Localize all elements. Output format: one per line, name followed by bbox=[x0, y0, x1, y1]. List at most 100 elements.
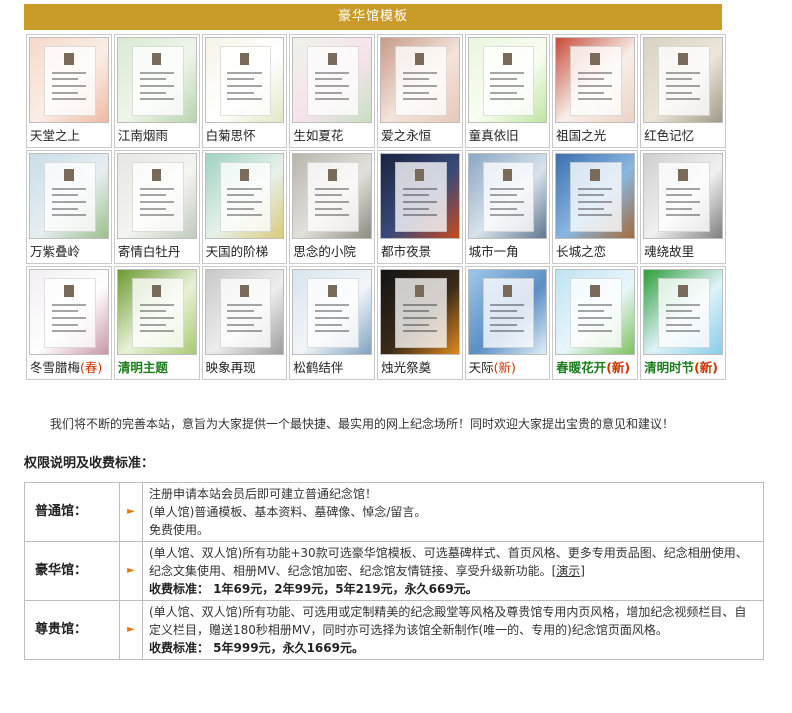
thumbnail-image bbox=[556, 154, 635, 238]
template-label[interactable]: 城市一角 bbox=[466, 241, 550, 263]
template-card[interactable]: 冬雪腊梅(春) bbox=[26, 266, 112, 380]
thumbnail-text-line bbox=[51, 194, 79, 197]
thumbnail-text-line bbox=[577, 201, 613, 204]
template-label[interactable]: 映象再现 bbox=[203, 357, 287, 379]
thumbnail-portrait bbox=[590, 53, 600, 65]
thumbnail-text-line bbox=[665, 207, 693, 210]
template-label[interactable]: 烛光祭奠 bbox=[378, 357, 462, 379]
template-card[interactable]: 清明主题 bbox=[113, 266, 200, 380]
thumbnail-portrait bbox=[678, 53, 688, 65]
template-card[interactable]: 长城之恋 bbox=[552, 150, 639, 264]
template-label[interactable]: 天际(新) bbox=[466, 357, 550, 379]
template-card[interactable]: 城市一角 bbox=[464, 150, 551, 264]
template-thumbnail[interactable] bbox=[643, 37, 723, 123]
template-thumbnail[interactable] bbox=[555, 37, 636, 123]
thumbnail-text-line bbox=[315, 98, 350, 101]
template-card[interactable]: 春暖花开(新) bbox=[552, 266, 639, 380]
template-label[interactable]: 春暖花开(新) bbox=[553, 357, 637, 379]
template-thumbnail[interactable] bbox=[380, 269, 460, 355]
thumbnail-image bbox=[117, 270, 196, 354]
template-card[interactable]: 江南烟雨 bbox=[113, 34, 200, 148]
template-label[interactable]: 万紫叠岭 bbox=[27, 241, 111, 263]
template-label[interactable]: 天国的阶梯 bbox=[203, 241, 287, 263]
thumbnail-text-line bbox=[315, 310, 342, 313]
template-label[interactable]: 冬雪腊梅(春) bbox=[27, 357, 111, 379]
thumbnail-image bbox=[30, 154, 108, 238]
thumbnail-text-line bbox=[227, 91, 254, 94]
template-thumbnail[interactable] bbox=[380, 153, 460, 239]
template-card[interactable]: 映象再现 bbox=[201, 266, 288, 380]
template-label[interactable]: 童真依旧 bbox=[466, 125, 550, 147]
template-card[interactable]: 红色记忆 bbox=[640, 34, 726, 148]
template-card[interactable]: 烛光祭奠 bbox=[377, 266, 463, 380]
thumbnail-text-line bbox=[315, 214, 350, 217]
template-label[interactable]: 天堂之上 bbox=[27, 125, 111, 147]
template-label[interactable]: 江南烟雨 bbox=[115, 125, 199, 147]
fee-line: 免费使用。 bbox=[149, 523, 210, 537]
template-thumbnail[interactable] bbox=[467, 153, 548, 239]
template-thumbnail[interactable] bbox=[29, 153, 109, 239]
template-thumbnail[interactable] bbox=[643, 269, 723, 355]
template-card[interactable]: 天国的阶梯 bbox=[201, 150, 288, 264]
template-card[interactable]: 天际(新) bbox=[464, 266, 551, 380]
template-tag: (春) bbox=[80, 360, 103, 375]
template-card[interactable]: 寄情白牡丹 bbox=[113, 150, 200, 264]
template-label[interactable]: 魂绕故里 bbox=[641, 241, 725, 263]
template-thumbnail[interactable] bbox=[467, 37, 548, 123]
template-grid: 天堂之上 江南烟雨 白菊思怀 生如夏花 爱之永恒 童真依旧 祖国之光 红色记忆万紫叠岭 寄情白牡… bbox=[24, 32, 728, 382]
thumbnail-image bbox=[30, 38, 108, 122]
template-thumbnail[interactable] bbox=[555, 153, 636, 239]
template-thumbnail[interactable] bbox=[116, 269, 197, 355]
template-label[interactable]: 都市夜景 bbox=[378, 241, 462, 263]
arrow-bullet-icon: ► bbox=[119, 600, 143, 660]
template-label[interactable]: 清明主题 bbox=[115, 357, 199, 379]
template-label[interactable]: 寄情白牡丹 bbox=[115, 241, 199, 263]
template-label[interactable]: 松鹤结伴 bbox=[290, 357, 374, 379]
thumbnail-text-line bbox=[402, 303, 437, 306]
template-label[interactable]: 生如夏花 bbox=[290, 125, 374, 147]
template-thumbnail[interactable] bbox=[29, 269, 109, 355]
template-thumbnail[interactable] bbox=[467, 269, 548, 355]
template-label[interactable]: 红色记忆 bbox=[641, 125, 725, 147]
template-card[interactable]: 万紫叠岭 bbox=[26, 150, 112, 264]
template-card[interactable]: 都市夜景 bbox=[377, 150, 463, 264]
template-tag: (新) bbox=[606, 360, 631, 375]
template-thumbnail[interactable] bbox=[204, 153, 285, 239]
template-thumbnail[interactable] bbox=[292, 37, 373, 123]
template-card[interactable]: 清明时节(新) bbox=[640, 266, 726, 380]
thumbnail-text-line bbox=[51, 85, 87, 88]
template-thumbnail[interactable] bbox=[555, 269, 636, 355]
template-thumbnail[interactable] bbox=[380, 37, 460, 123]
thumbnail-text-line bbox=[577, 303, 613, 306]
thumbnail-text-line bbox=[577, 187, 613, 190]
template-card[interactable]: 祖国之光 bbox=[552, 34, 639, 148]
template-thumbnail[interactable] bbox=[116, 153, 197, 239]
template-thumbnail[interactable] bbox=[292, 153, 373, 239]
template-card[interactable]: 魂绕故里 bbox=[640, 150, 726, 264]
template-label[interactable]: 思念的小院 bbox=[290, 241, 374, 263]
template-card[interactable]: 生如夏花 bbox=[289, 34, 376, 148]
template-thumbnail[interactable] bbox=[643, 153, 723, 239]
template-thumbnail[interactable] bbox=[292, 269, 373, 355]
fee-row-basic: 普通馆： ► 注册申请本站会员后即可建立普通纪念馆！ (单人馆)普通模板、基本资… bbox=[24, 482, 764, 542]
thumbnail-text-line bbox=[402, 310, 430, 313]
template-card[interactable]: 童真依旧 bbox=[464, 34, 551, 148]
template-thumbnail[interactable] bbox=[204, 269, 285, 355]
thumbnail-text-line bbox=[490, 214, 525, 217]
template-label[interactable]: 爱之永恒 bbox=[378, 125, 462, 147]
template-label[interactable]: 祖国之光 bbox=[553, 125, 637, 147]
thumbnail-portrait bbox=[239, 169, 250, 181]
template-card[interactable]: 爱之永恒 bbox=[377, 34, 463, 148]
template-label[interactable]: 白菊思怀 bbox=[203, 125, 287, 147]
template-card[interactable]: 天堂之上 bbox=[26, 34, 112, 148]
arrow-bullet-icon: ► bbox=[119, 541, 143, 601]
template-card[interactable]: 思念的小院 bbox=[289, 150, 376, 264]
template-thumbnail[interactable] bbox=[116, 37, 197, 123]
template-thumbnail[interactable] bbox=[204, 37, 285, 123]
template-card[interactable]: 松鹤结伴 bbox=[289, 266, 376, 380]
template-card[interactable]: 白菊思怀 bbox=[201, 34, 288, 148]
template-label[interactable]: 清明时节(新) bbox=[641, 357, 725, 379]
demo-link[interactable]: 演示 bbox=[556, 564, 580, 578]
template-label[interactable]: 长城之恋 bbox=[553, 241, 637, 263]
template-thumbnail[interactable] bbox=[29, 37, 109, 123]
